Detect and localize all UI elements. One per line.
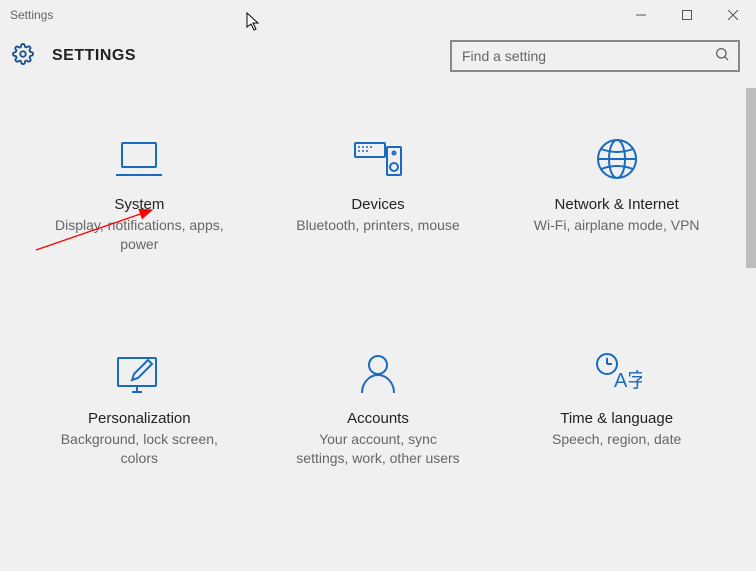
content-area: System Display, notifications, apps, pow… bbox=[0, 88, 756, 567]
titlebar-controls bbox=[618, 0, 756, 30]
header: SETTINGS bbox=[0, 30, 756, 88]
privacy-icon bbox=[360, 564, 396, 567]
tile-devices[interactable]: Devices Bluetooth, printers, mouse bbox=[269, 128, 488, 262]
tile-desc: Background, lock screen, colors bbox=[54, 430, 224, 468]
search-input[interactable] bbox=[462, 48, 714, 64]
scrollbar-thumb[interactable] bbox=[746, 88, 756, 268]
tile-partial-1[interactable] bbox=[30, 556, 249, 567]
search-icon bbox=[714, 46, 730, 67]
personalization-icon bbox=[114, 350, 164, 396]
tile-personalization[interactable]: Personalization Background, lock screen,… bbox=[30, 342, 249, 476]
globe-icon bbox=[595, 136, 639, 182]
tile-title: Devices bbox=[351, 196, 404, 213]
time-language-icon: A字 bbox=[592, 350, 642, 396]
tile-accounts[interactable]: Accounts Your account, sync settings, wo… bbox=[269, 342, 488, 476]
tile-title: System bbox=[114, 196, 164, 213]
tile-title: Time & language bbox=[560, 410, 673, 427]
tile-desc: Display, notifications, apps, power bbox=[54, 216, 224, 254]
tile-title: Accounts bbox=[347, 410, 409, 427]
page-title: SETTINGS bbox=[52, 47, 136, 65]
tile-partial-2[interactable] bbox=[269, 556, 488, 567]
window-title: Settings bbox=[10, 8, 53, 22]
titlebar: Settings bbox=[0, 0, 756, 30]
tile-title: Personalization bbox=[88, 410, 191, 427]
maximize-button[interactable] bbox=[664, 0, 710, 30]
tile-system[interactable]: System Display, notifications, apps, pow… bbox=[30, 128, 249, 262]
tile-time-language[interactable]: A字 Time & language Speech, region, date bbox=[507, 342, 726, 476]
search-box[interactable] bbox=[450, 40, 740, 72]
update-icon bbox=[595, 564, 639, 567]
tile-title: Network & Internet bbox=[555, 196, 679, 213]
tile-desc: Wi-Fi, airplane mode, VPN bbox=[534, 216, 700, 235]
gear-icon bbox=[12, 43, 34, 70]
minimize-button[interactable] bbox=[618, 0, 664, 30]
devices-icon bbox=[353, 136, 403, 182]
ease-of-access-icon bbox=[117, 564, 161, 567]
tile-partial-3[interactable] bbox=[507, 556, 726, 567]
tile-network[interactable]: Network & Internet Wi-Fi, airplane mode,… bbox=[507, 128, 726, 262]
close-button[interactable] bbox=[710, 0, 756, 30]
settings-grid: System Display, notifications, apps, pow… bbox=[30, 128, 726, 567]
header-left: SETTINGS bbox=[12, 43, 136, 70]
tile-desc: Speech, region, date bbox=[552, 430, 681, 449]
system-icon bbox=[116, 136, 162, 182]
tile-desc: Your account, sync settings, work, other… bbox=[293, 430, 463, 468]
accounts-icon bbox=[356, 350, 400, 396]
svg-text:A字: A字 bbox=[614, 369, 642, 392]
tile-desc: Bluetooth, printers, mouse bbox=[296, 216, 459, 235]
